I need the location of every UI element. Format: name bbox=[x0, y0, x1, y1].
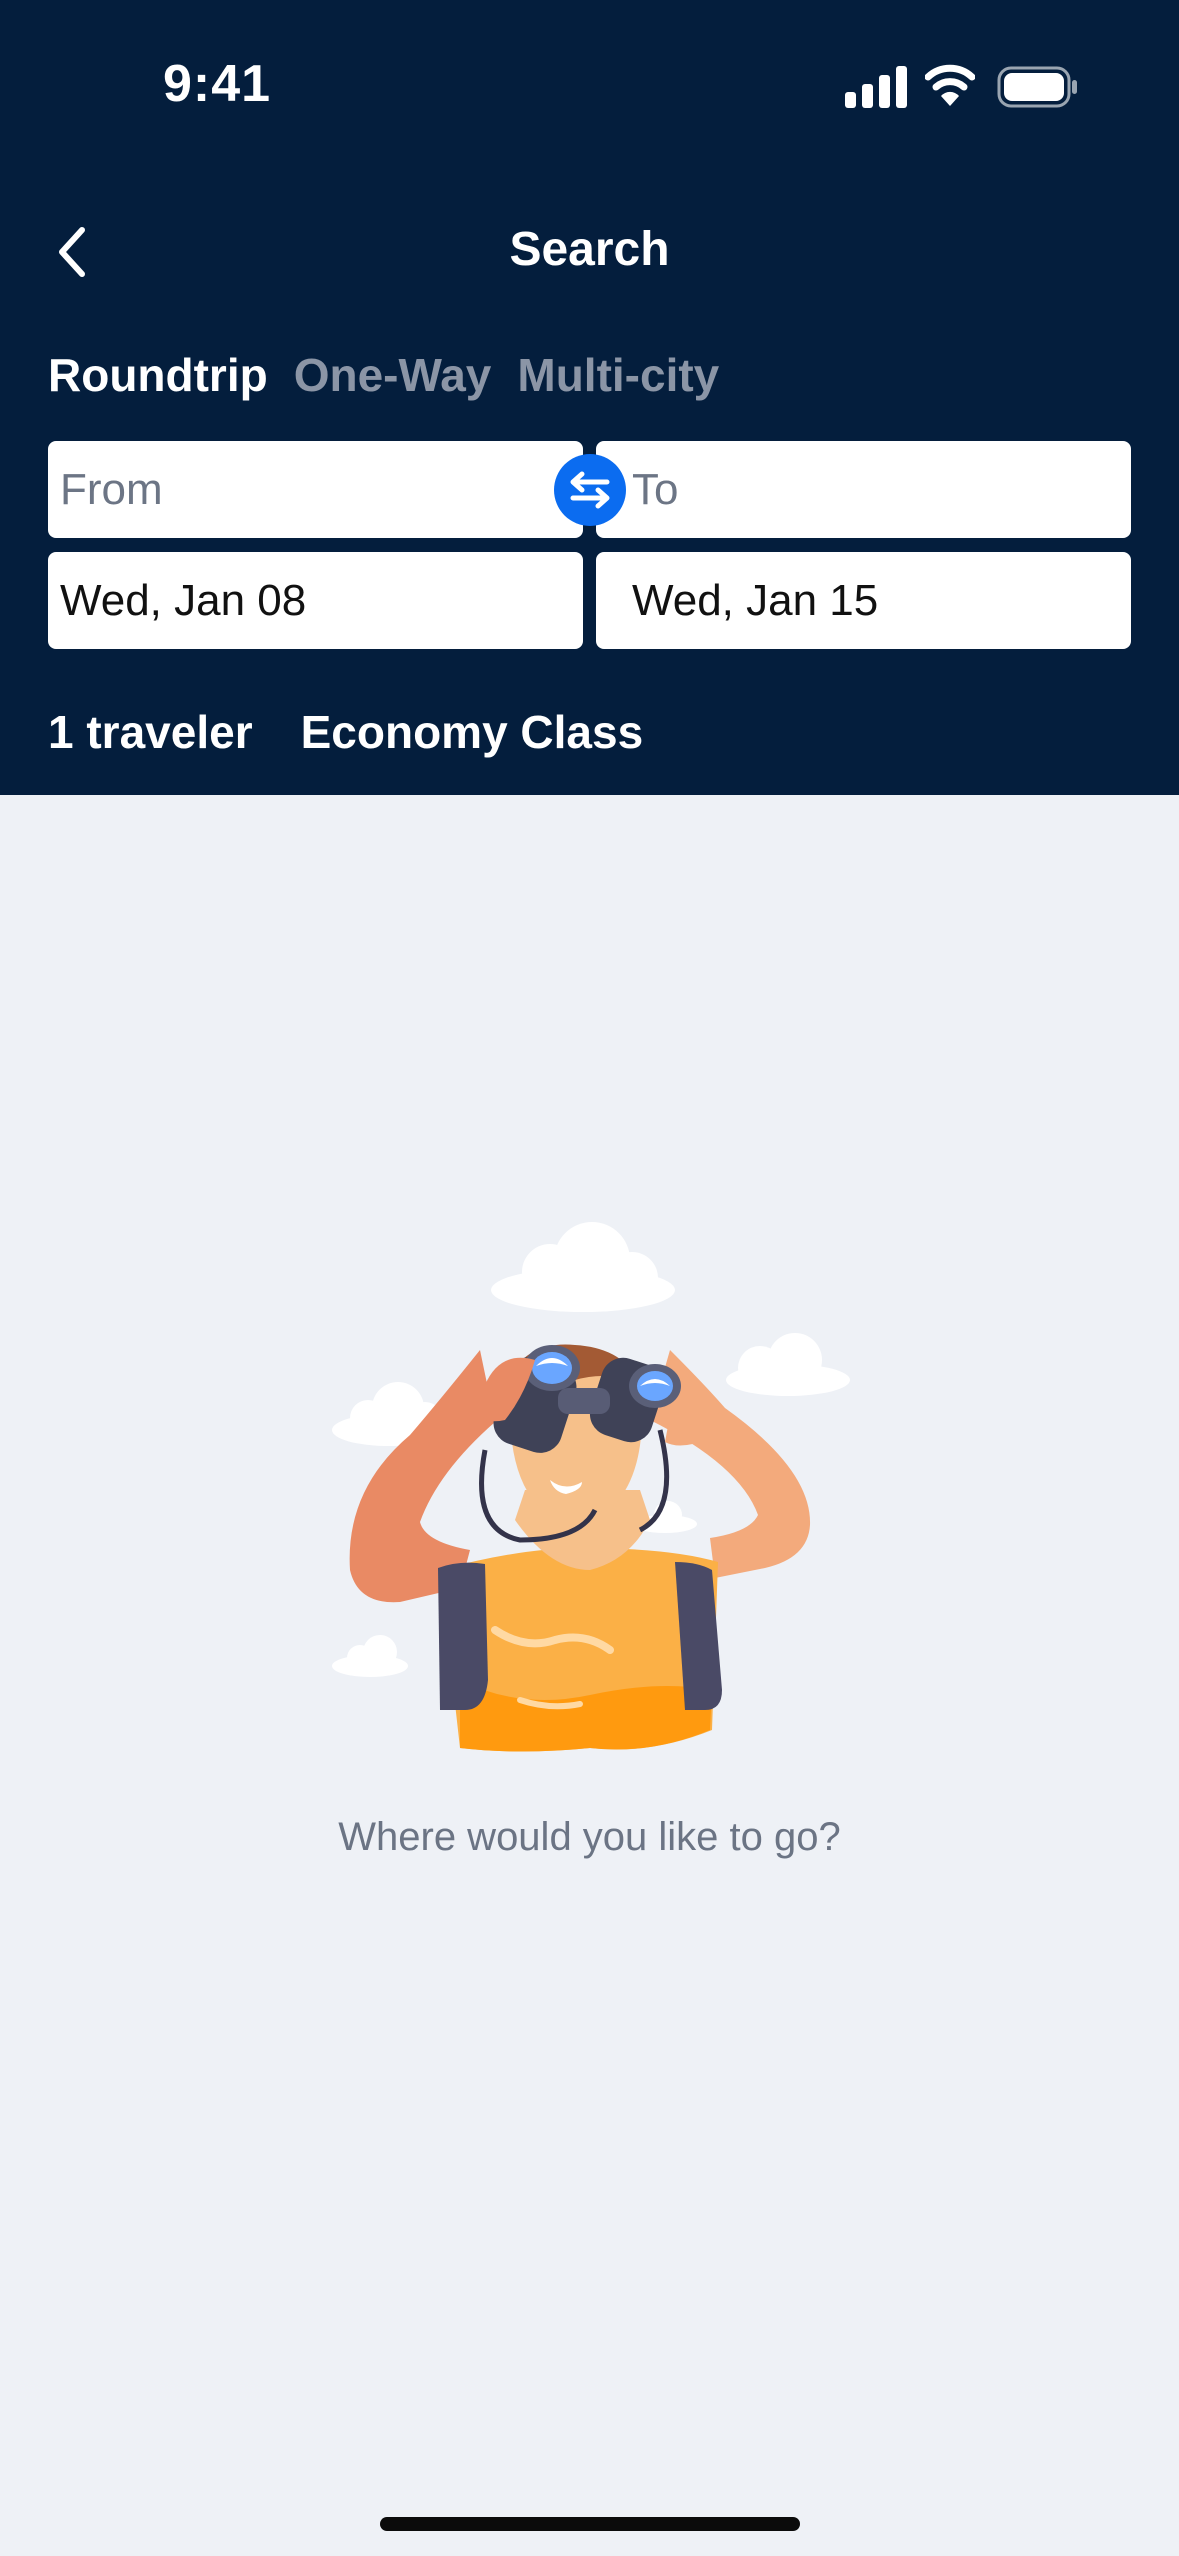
from-field[interactable] bbox=[48, 441, 583, 538]
wifi-icon bbox=[925, 64, 975, 106]
trip-type-tabs: Roundtrip One-Way Multi-city bbox=[48, 348, 719, 408]
battery-icon bbox=[997, 66, 1077, 108]
empty-state-message: Where would you like to go? bbox=[338, 1815, 841, 1859]
cabin-class-selector[interactable]: Economy Class bbox=[301, 705, 644, 759]
to-input[interactable] bbox=[632, 464, 1131, 515]
depart-date-value: Wed, Jan 08 bbox=[60, 575, 307, 625]
page-title: Search bbox=[509, 223, 670, 276]
search-header: 9:41 Search Roundtrip One-Way Multi-city… bbox=[0, 0, 1179, 795]
from-input[interactable] bbox=[60, 464, 583, 515]
cellular-signal-icon bbox=[845, 66, 907, 108]
search-options: 1 traveler Economy Class bbox=[48, 705, 643, 759]
depart-date-field[interactable]: Wed, Jan 08 bbox=[48, 552, 583, 649]
swap-locations-button[interactable] bbox=[554, 454, 626, 526]
tab-roundtrip[interactable]: Roundtrip bbox=[48, 348, 268, 408]
to-field[interactable] bbox=[596, 441, 1131, 538]
return-date-value: Wed, Jan 15 bbox=[632, 575, 879, 625]
status-time: 9:41 bbox=[163, 55, 272, 113]
tab-one-way[interactable]: One-Way bbox=[294, 348, 492, 408]
home-indicator bbox=[380, 2517, 800, 2531]
traveler-binoculars-illustration bbox=[332, 1222, 850, 1752]
travelers-selector[interactable]: 1 traveler bbox=[48, 705, 253, 759]
tab-multi-city[interactable]: Multi-city bbox=[517, 348, 719, 408]
nav-bar: Search bbox=[0, 200, 1179, 300]
return-date-field[interactable]: Wed, Jan 15 bbox=[596, 552, 1131, 649]
swap-arrows-icon bbox=[570, 471, 610, 509]
status-bar: 9:41 bbox=[0, 0, 1179, 150]
